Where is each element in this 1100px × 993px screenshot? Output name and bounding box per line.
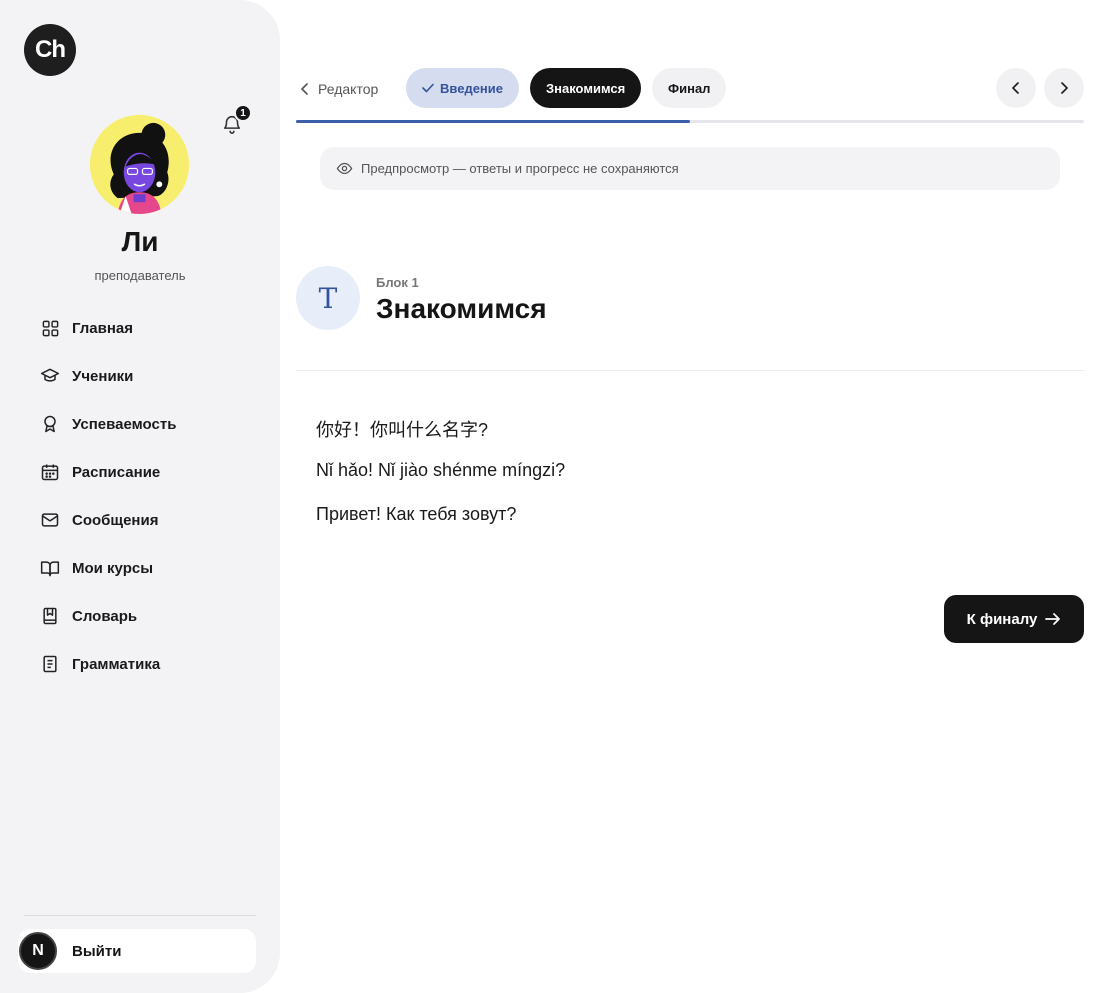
eye-icon [336,162,353,175]
sidebar-divider [24,915,256,916]
step-tab-meet[interactable]: Знакомимся [530,68,642,108]
phrase-pinyin: Nǐ hǎo! Nǐ jiào shénme míngzi? [316,460,566,480]
checkmark-icon [422,83,434,93]
sidebar-item-label: Грамматика [72,655,161,673]
sidebar-item-progress[interactable]: Успеваемость [24,400,256,448]
sidebar-item-home[interactable]: Главная [24,304,256,352]
chevron-left-icon [1012,82,1019,94]
user-role: преподаватель [94,268,186,283]
step-tab-intro[interactable]: Введение [406,68,519,108]
user-name: Ли [121,226,159,257]
next-step-button[interactable] [1044,68,1084,108]
step-label: Знакомимся [546,80,626,96]
mail-icon [40,510,60,530]
sidebar-item-label: Главная [72,319,134,337]
preview-notice: Предпросмотр — ответы и прогресс не сохр… [320,147,1060,190]
step-label: Финал [668,80,711,96]
to-final-button[interactable]: К финалу [944,595,1084,643]
sidebar-item-label: Ученики [72,367,134,385]
to-final-label: К финалу [966,610,1038,628]
step-label: Введение [440,80,503,96]
sidebar-item-label: Успеваемость [72,415,177,433]
sidebar-nav: Главная Ученики Успеваемость Расписание … [24,304,256,688]
preview-notice-text: Предпросмотр — ответы и прогресс не сохр… [361,161,679,176]
grid-icon [40,318,60,338]
app-logo[interactable]: Ch [24,24,76,76]
notebook-icon [40,654,60,674]
sidebar-item-dictionary[interactable]: Словарь [24,592,256,640]
sidebar: Ch 1 Ли преподаватель Главная Ученики Ус… [0,0,280,993]
text-block-icon: T [296,266,360,330]
prev-step-button[interactable] [996,68,1036,108]
sidebar-item-my-courses[interactable]: Мои курсы [24,544,256,592]
sidebar-item-schedule[interactable]: Расписание [24,448,256,496]
logout-label: Выйти [72,942,122,960]
sidebar-item-label: Расписание [72,463,161,481]
sidebar-item-messages[interactable]: Сообщения [24,496,256,544]
chevron-right-icon [1061,82,1068,94]
phrase-translation: Привет! Как тебя зовут? [316,504,517,524]
notification-badge: 1 [234,104,252,122]
sidebar-item-students[interactable]: Ученики [24,352,256,400]
calendar-icon [40,462,60,482]
content-divider [296,370,1084,371]
logout-button[interactable]: N Выйти [18,929,256,973]
award-icon [40,414,60,434]
chevron-left-icon [301,83,308,95]
sidebar-item-label: Мои курсы [72,559,154,577]
phrase-chinese: 你好！你叫什么名字? [316,420,489,440]
back-label: Редактор [318,81,379,97]
avatar[interactable] [90,115,189,214]
back-to-editor-link[interactable]: Редактор [300,78,378,100]
book-open-icon [40,558,60,578]
sidebar-item-label: Сообщения [72,511,159,529]
sidebar-item-label: Словарь [72,607,138,625]
step-progress-bar [296,120,1084,123]
step-tab-final[interactable]: Финал [652,68,727,108]
sidebar-item-grammar[interactable]: Грамматика [24,640,256,688]
step-progress-fill [296,120,690,123]
arrow-right-icon [1045,613,1061,625]
block-number: Блок 1 [376,275,419,290]
graduation-cap-icon [40,366,60,386]
logout-avatar: N [19,932,57,970]
block-title: Знакомимся [376,293,547,324]
bookmark-book-icon [40,606,60,626]
